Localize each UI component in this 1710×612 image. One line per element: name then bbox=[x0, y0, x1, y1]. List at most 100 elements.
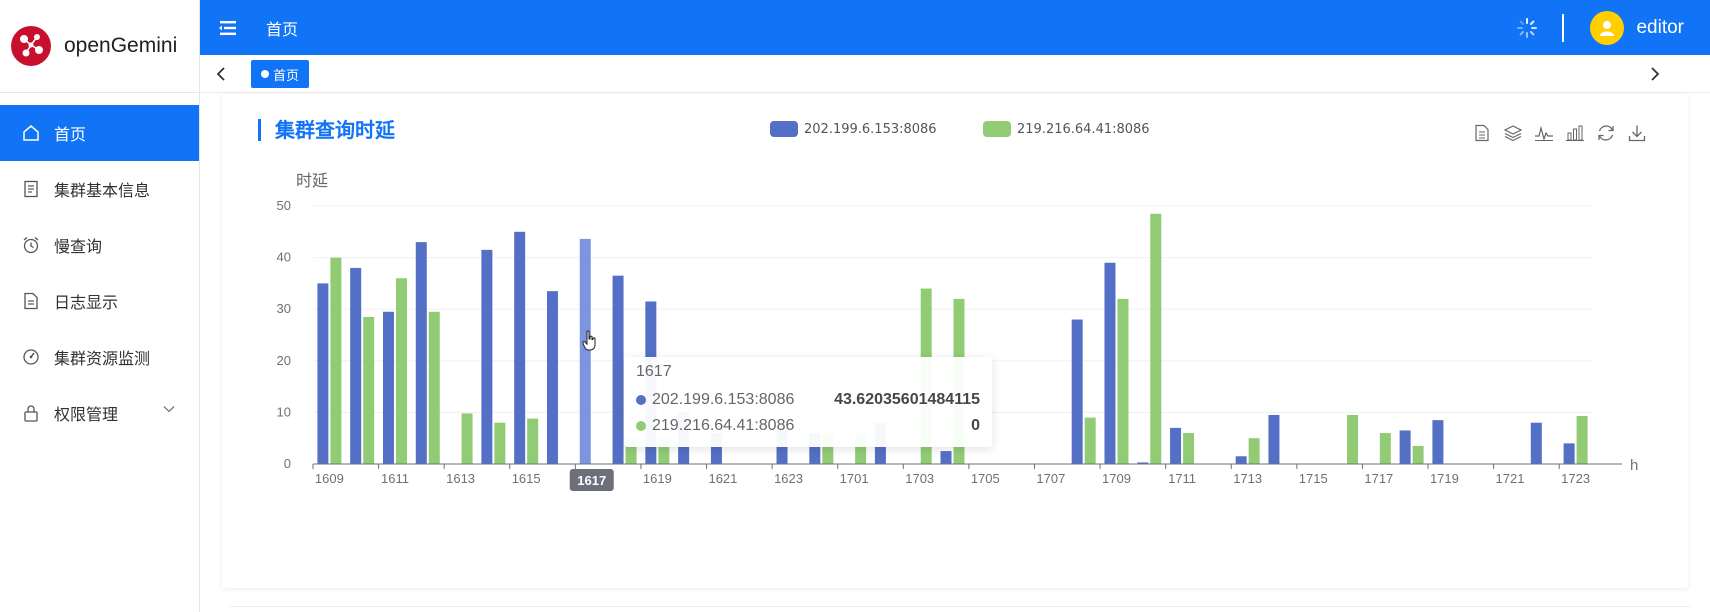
bar-series-2 bbox=[395, 278, 407, 464]
x-tick-label: 1715 bbox=[1299, 471, 1328, 486]
bar-series-1 bbox=[1432, 420, 1444, 464]
username[interactable]: editor bbox=[1636, 17, 1684, 39]
sidebar-item-label: 集群基本信息 bbox=[54, 181, 151, 200]
page-divider bbox=[230, 606, 1690, 607]
sidebar-item-label: 首页 bbox=[54, 125, 87, 144]
y-tick-label: 50 bbox=[277, 198, 291, 213]
x-tick-label: 1623 bbox=[774, 471, 803, 486]
bar-series-1 bbox=[940, 451, 952, 464]
sidebar-item-resource-monitor[interactable]: 集群资源监测 bbox=[0, 329, 199, 385]
hamburger-icon bbox=[219, 20, 236, 35]
bar-series-2 bbox=[363, 316, 375, 464]
x-tick-label: 1609 bbox=[315, 471, 344, 486]
bar-series-1 bbox=[382, 311, 394, 464]
app-name: openGemini bbox=[64, 34, 178, 57]
tab-active-dot bbox=[261, 70, 269, 78]
tab-label: 首页 bbox=[273, 68, 300, 84]
tooltip-series-name: 219.216.64.41:8086 bbox=[652, 417, 795, 434]
sidebar-item-slow-query[interactable]: 慢查询 bbox=[0, 217, 199, 273]
x-tick-label: 1617 bbox=[577, 473, 606, 488]
bar-series-2 bbox=[428, 311, 440, 464]
header-title: 首页 bbox=[266, 19, 299, 39]
bar-series-2 bbox=[1576, 416, 1588, 464]
bar-series-1 bbox=[1530, 422, 1542, 464]
tabs-scroll-right-button[interactable] bbox=[1634, 55, 1674, 93]
x-tick-label: 1615 bbox=[512, 471, 541, 486]
y-tick-label: 20 bbox=[277, 353, 291, 368]
loading-spinner-icon[interactable] bbox=[1516, 17, 1538, 39]
bar-series-2 bbox=[461, 413, 473, 464]
bar-series-1 bbox=[1268, 414, 1280, 464]
bar-series-1 bbox=[514, 231, 526, 464]
sidebar-item-cluster-info[interactable]: 集群基本信息 bbox=[0, 161, 199, 217]
y-tick-label: 40 bbox=[277, 250, 291, 265]
bar-series-1 bbox=[1071, 319, 1083, 464]
y-axis-label: 时延 bbox=[296, 172, 328, 190]
x-tick-label: 1717 bbox=[1364, 471, 1393, 486]
bar-series-1 bbox=[1104, 262, 1116, 464]
sidebar-item-permissions[interactable]: 权限管理 bbox=[0, 385, 199, 441]
bar-series-1 bbox=[546, 291, 558, 464]
x-tick-label: 1621 bbox=[708, 471, 737, 486]
x-tick-label: 1719 bbox=[1430, 471, 1459, 486]
chevron-right-icon bbox=[1651, 67, 1660, 81]
bar-series-2 bbox=[1183, 433, 1195, 464]
sidebar-item-home[interactable]: 首页 bbox=[0, 105, 199, 161]
bar-series-1 bbox=[612, 275, 624, 464]
x-tick-label: 1709 bbox=[1102, 471, 1131, 486]
tooltip-row-series-2: 219.216.64.41:8086 0 bbox=[636, 415, 980, 437]
x-tick-label: 1703 bbox=[905, 471, 934, 486]
gauge-icon bbox=[22, 348, 40, 366]
user-avatar[interactable] bbox=[1590, 10, 1625, 45]
tooltip-row-series-1: 202.199.6.153:8086 43.62035601484115 bbox=[636, 389, 980, 411]
x-tick-label: 1721 bbox=[1496, 471, 1525, 486]
top-header: 首页 editor bbox=[200, 0, 1710, 55]
bar-series-2 bbox=[1117, 298, 1129, 464]
bar-series-2 bbox=[494, 422, 506, 464]
bar-series-2 bbox=[527, 418, 539, 464]
bar-series-1 bbox=[1563, 443, 1575, 464]
opengemini-logo-icon bbox=[11, 26, 51, 66]
bar-series-2 bbox=[1347, 414, 1359, 464]
bar-series-1 bbox=[481, 249, 493, 464]
bar-series-2 bbox=[330, 257, 342, 464]
y-tick-label: 0 bbox=[284, 456, 291, 471]
tooltip-series-value: 43.62035601484115 bbox=[834, 391, 980, 408]
tooltip-series-name: 202.199.6.153:8086 bbox=[652, 391, 795, 408]
sidebar-item-label: 慢查询 bbox=[54, 237, 103, 256]
sidebar: 首页 集群基本信息 慢查询 日志显示 集群资源监测 权限管理 bbox=[0, 93, 200, 612]
sidebar-item-label: 集群资源监测 bbox=[54, 349, 151, 368]
bar-series-1 bbox=[350, 267, 362, 464]
menu-toggle-button[interactable] bbox=[200, 0, 256, 55]
app-logo[interactable]: openGemini bbox=[0, 0, 200, 93]
tooltip-dot bbox=[636, 395, 646, 405]
bar-series-1 bbox=[317, 283, 329, 464]
x-tick-label: 1707 bbox=[1036, 471, 1065, 486]
latency-bar-chart[interactable]: 0 10 20 30 40 50 时延 1609 1611 1613 1615 1617 1619 162… bbox=[222, 94, 1688, 588]
sidebar-item-label: 日志显示 bbox=[54, 293, 119, 312]
chevron-down-icon bbox=[163, 406, 175, 413]
x-tick-label: 1723 bbox=[1561, 471, 1590, 486]
x-tick-label: 1711 bbox=[1168, 471, 1196, 486]
bar-series-2 bbox=[1248, 438, 1260, 464]
home-icon bbox=[22, 124, 40, 142]
tooltip-series-value: 0 bbox=[971, 417, 980, 434]
latency-chart-card: 集群查询时延 202.199.6.153:8086 219.216.64.41:… bbox=[222, 94, 1688, 588]
bar-series-2 bbox=[1412, 445, 1424, 464]
tooltip-dot bbox=[636, 421, 646, 431]
sidebar-item-logs[interactable]: 日志显示 bbox=[0, 273, 199, 329]
chevron-left-icon bbox=[216, 67, 225, 81]
alarm-clock-icon bbox=[22, 236, 40, 254]
hand-cursor-icon bbox=[582, 330, 596, 351]
tab-home[interactable]: 首页 bbox=[251, 60, 310, 88]
x-axis-label: h bbox=[1630, 457, 1638, 474]
bar-series-1 bbox=[1235, 456, 1247, 464]
sidebar-item-label: 权限管理 bbox=[54, 405, 119, 424]
y-tick-label: 30 bbox=[277, 301, 291, 316]
x-tick-label: 1705 bbox=[971, 471, 1000, 486]
tabs-scroll-left-button[interactable] bbox=[202, 55, 242, 93]
lock-icon bbox=[22, 404, 40, 422]
x-tick-label: 1611 bbox=[381, 471, 409, 486]
x-tick-label: 1619 bbox=[643, 471, 672, 486]
bar-series-2 bbox=[1084, 417, 1096, 464]
